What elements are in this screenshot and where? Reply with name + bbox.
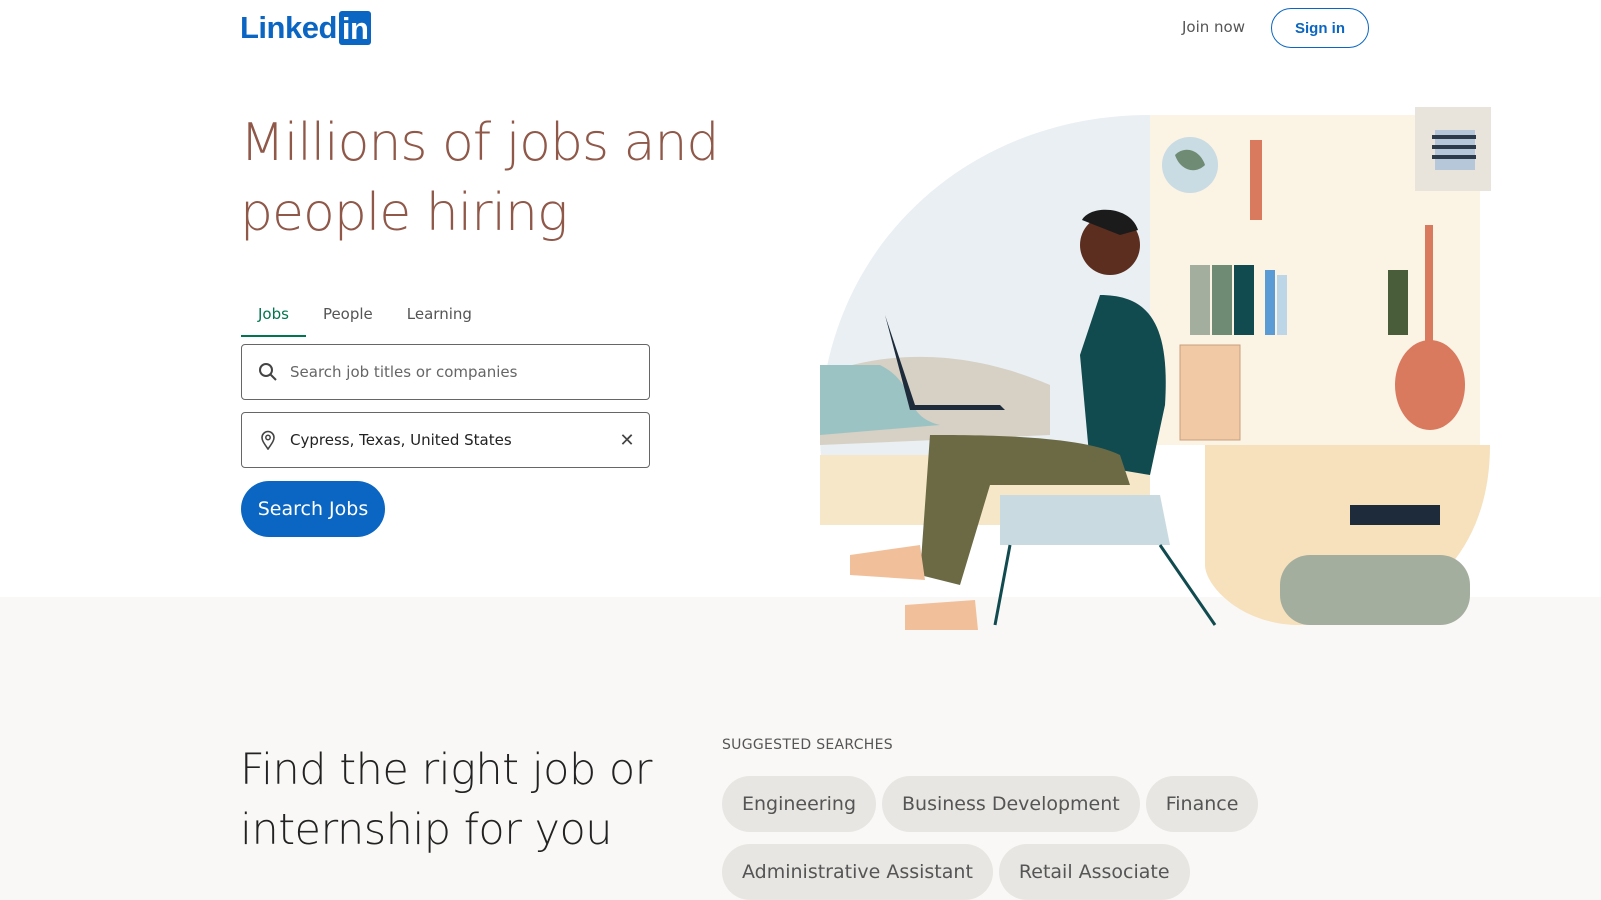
close-icon[interactable]: ✕ [617, 430, 637, 451]
suggested-searches: Engineering Business Development Finance… [722, 776, 1262, 900]
tab-learning[interactable]: Learning [390, 295, 489, 337]
join-now-link[interactable]: Join now [1182, 18, 1245, 36]
keywords-input[interactable] [290, 363, 649, 381]
pill-engineering[interactable]: Engineering [722, 776, 876, 832]
keywords-field [241, 344, 650, 400]
hero-illustration [820, 107, 1491, 630]
linkedin-logo[interactable]: Linked in [240, 10, 372, 46]
search-tabs: Jobs People Learning [241, 295, 489, 337]
sign-in-button[interactable]: Sign in [1271, 8, 1369, 48]
tab-people[interactable]: People [306, 295, 390, 337]
location-field: ✕ [241, 412, 650, 468]
pill-finance[interactable]: Finance [1145, 776, 1259, 832]
pill-administrative-assistant[interactable]: Administrative Assistant [722, 844, 993, 900]
tab-jobs[interactable]: Jobs [241, 295, 306, 337]
section-title: Find the right job or internship for you [240, 745, 652, 855]
pill-retail-associate[interactable]: Retail Associate [998, 844, 1190, 900]
search-jobs-button[interactable]: Search Jobs [241, 481, 385, 537]
map-pin-icon [258, 430, 278, 450]
pill-business-development[interactable]: Business Development [882, 776, 1140, 832]
location-input[interactable] [290, 431, 617, 449]
search-icon [258, 362, 278, 382]
page-title: Millions of jobs and people hiring [240, 113, 719, 243]
suggested-searches-label: SUGGESTED SEARCHES [722, 737, 893, 753]
